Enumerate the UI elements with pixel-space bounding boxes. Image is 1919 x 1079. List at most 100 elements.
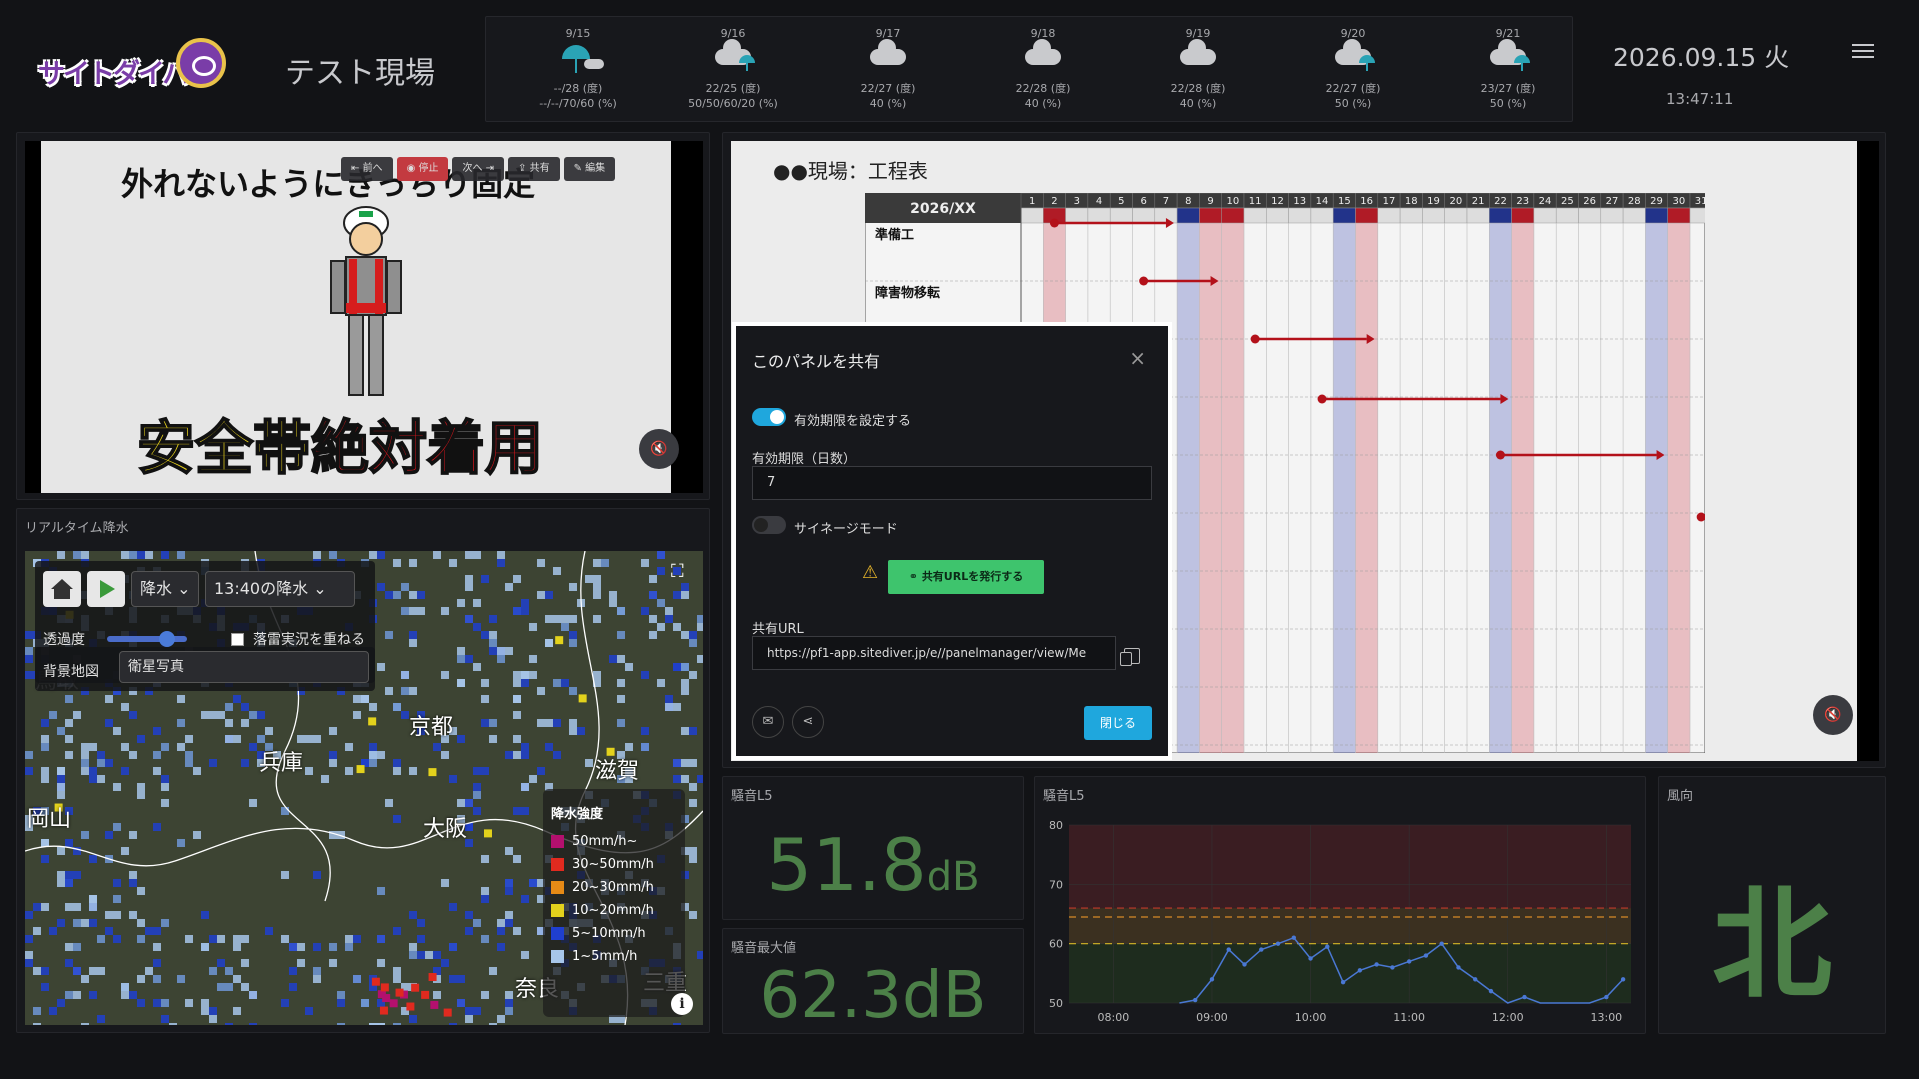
gantt-holiday-column bbox=[1645, 223, 1668, 753]
panel-title: 騒音L5 bbox=[731, 789, 773, 804]
x-tick-label: 10:00 bbox=[1295, 1011, 1327, 1024]
gantt-day-label: 10 bbox=[1226, 196, 1239, 207]
stop-button[interactable]: ◉ 停止 bbox=[396, 157, 449, 181]
gantt-day-label: 28 bbox=[1628, 196, 1641, 207]
home-icon[interactable] bbox=[43, 571, 81, 607]
place-label: 大阪 bbox=[423, 817, 468, 842]
basemap-select[interactable]: 衛星写真 bbox=[119, 651, 369, 683]
cloud-umbrella-icon bbox=[653, 39, 813, 81]
gantt-weekday-cell bbox=[1176, 207, 1200, 224]
hamburger-menu-icon[interactable] bbox=[1852, 44, 1874, 60]
weather-day: 9/16 22/25 (度) 50/50/60/20 (%) bbox=[653, 27, 813, 111]
worker-illustration bbox=[330, 206, 402, 396]
y-tick-label: 60 bbox=[1049, 938, 1063, 951]
legend-swatch bbox=[551, 881, 564, 894]
fullscreen-icon[interactable]: ⛶ bbox=[671, 561, 693, 583]
gantt-weekday-cell bbox=[1578, 207, 1602, 224]
gantt-weekday-cell bbox=[1489, 207, 1512, 224]
panel-title: 騒音最大値 bbox=[731, 941, 797, 956]
legend-swatch bbox=[551, 904, 564, 917]
dialog-title: このパネルを共有 bbox=[752, 352, 881, 371]
weather-day: 9/15 --/28 (度) --/--/70/60 (%) bbox=[498, 27, 658, 111]
noise-data-point bbox=[1259, 947, 1264, 952]
noise-data-point bbox=[1406, 959, 1412, 964]
gantt-weekday-cell bbox=[1243, 207, 1267, 224]
current-date: 2026.09.15 火 bbox=[1613, 43, 1790, 72]
legend-item: 1~5mm/h bbox=[551, 945, 677, 968]
gantt-weekday-cell bbox=[1310, 207, 1334, 224]
signage-toggle[interactable] bbox=[752, 516, 786, 534]
close-icon[interactable]: × bbox=[1129, 346, 1146, 370]
mute-icon[interactable]: 🔇 bbox=[639, 429, 679, 469]
gantt-day-label: 7 bbox=[1163, 196, 1169, 207]
share-url-input[interactable]: https://pf1-app.sitediver.jp/e//panelman… bbox=[752, 636, 1116, 670]
share-icon[interactable]: ⋖ bbox=[792, 706, 824, 738]
legend-swatch bbox=[551, 835, 564, 848]
weather-temp: 22/28 (度) bbox=[1170, 82, 1226, 95]
noise-data-point bbox=[1209, 977, 1215, 982]
gantt-day-label: 6 bbox=[1140, 196, 1146, 207]
gantt-weekday-cell bbox=[1020, 207, 1044, 224]
cloud-icon bbox=[808, 39, 968, 81]
mute-icon[interactable]: 🔇 bbox=[1813, 695, 1853, 735]
noise-data-point bbox=[1423, 953, 1429, 958]
share-button[interactable]: ⇪ 共有 bbox=[508, 157, 560, 181]
expiry-toggle[interactable] bbox=[752, 408, 786, 426]
noise-line-chart: 50 60 70 80 08:00 09:00 10:00 11:00 12:00 13:00 bbox=[1049, 819, 1631, 1024]
opacity-label: 透過度 bbox=[43, 632, 85, 648]
slider-knob[interactable] bbox=[159, 631, 175, 647]
noise-data-point bbox=[1242, 962, 1247, 967]
gantt-holiday-column bbox=[1489, 223, 1512, 753]
weather-day: 9/18 22/28 (度) 40 (%) bbox=[963, 27, 1123, 111]
email-icon[interactable]: ✉ bbox=[752, 706, 784, 738]
gantt-month: 2026/XX bbox=[910, 201, 976, 217]
opacity-slider[interactable] bbox=[107, 631, 187, 647]
next-button[interactable]: 次へ ⇥ bbox=[452, 157, 505, 181]
x-tick-label: 12:00 bbox=[1492, 1011, 1524, 1024]
gantt-weekday-cell bbox=[1199, 207, 1222, 224]
gantt-bar-start bbox=[1495, 450, 1505, 460]
schedule-title: ●●現場：工程表 bbox=[773, 159, 928, 183]
gantt-weekday-cell bbox=[1221, 207, 1245, 224]
gantt-day-label: 4 bbox=[1096, 196, 1102, 207]
prev-button[interactable]: ⇤ 前へ bbox=[341, 157, 393, 181]
gantt-holiday-column bbox=[1177, 223, 1200, 753]
close-button[interactable]: 閉じる bbox=[1084, 706, 1152, 740]
generate-url-button[interactable]: ⚭ 共有URLを発行する bbox=[888, 560, 1044, 594]
gantt-day-label: 29 bbox=[1650, 196, 1663, 207]
panel-title: リアルタイム降水 bbox=[25, 521, 129, 536]
gantt-day-label: 23 bbox=[1516, 196, 1529, 207]
gantt-weekday-cell bbox=[1355, 207, 1379, 224]
weather-rain: 40 (%) bbox=[1179, 97, 1217, 110]
weather-rain: 50 (%) bbox=[1489, 97, 1527, 110]
expiry-toggle-label: 有効期限を設定する bbox=[794, 414, 912, 429]
poster-slogan: 安全帯絶対着用 bbox=[136, 401, 544, 485]
copy-icon[interactable] bbox=[1120, 648, 1140, 666]
gantt-weekday-cell bbox=[1154, 207, 1178, 224]
weather-rain: --/--/70/60 (%) bbox=[539, 97, 617, 110]
gantt-holiday-column bbox=[1667, 223, 1690, 753]
noise-unit: dB bbox=[926, 854, 980, 900]
noise-data-point bbox=[1439, 941, 1444, 946]
weather-date: 9/15 bbox=[565, 27, 591, 40]
edit-button[interactable]: ✎ 編集 bbox=[563, 157, 616, 181]
play-icon[interactable] bbox=[87, 571, 125, 607]
layer-select[interactable]: 降水 ⌄ bbox=[131, 571, 199, 607]
basemap-label: 背景地図 bbox=[43, 664, 99, 680]
sitediver-logo[interactable]: サイトダイバー bbox=[38, 34, 226, 96]
gantt-bar-start bbox=[1317, 394, 1327, 404]
lightning-checkbox[interactable] bbox=[231, 633, 244, 646]
signage-video-panel: 外れないようにきっちり固定 安全帯絶対着用 ⇤ 前へ ◉ 停止 次へ ⇥ ⇪ 共… bbox=[16, 132, 710, 500]
rain-map[interactable]: 京都 兵庫 滋賀 岡山 大阪 奈良 三重 鳥取 降水 ⌄ 13:40の降水 ⌄ … bbox=[25, 551, 703, 1025]
gantt-day-label: 30 bbox=[1672, 196, 1685, 207]
gantt-day-label: 31 bbox=[1695, 196, 1705, 207]
gantt-weekday-cell bbox=[1399, 207, 1423, 224]
current-time: 13:47:11 bbox=[1666, 90, 1734, 108]
gantt-day-label: 22 bbox=[1494, 196, 1507, 207]
info-icon[interactable]: i bbox=[671, 993, 693, 1015]
expiry-days-input[interactable]: 7 bbox=[752, 466, 1152, 500]
time-select[interactable]: 13:40の降水 ⌄ bbox=[205, 571, 355, 607]
place-label: 岡山 bbox=[27, 807, 72, 832]
gantt-task-label: 障害物移転 bbox=[875, 285, 940, 301]
rain-legend: 降水強度 50mm/h~ 30~50mm/h 20~30mm/h 10~20mm/h 5… bbox=[543, 789, 685, 1017]
